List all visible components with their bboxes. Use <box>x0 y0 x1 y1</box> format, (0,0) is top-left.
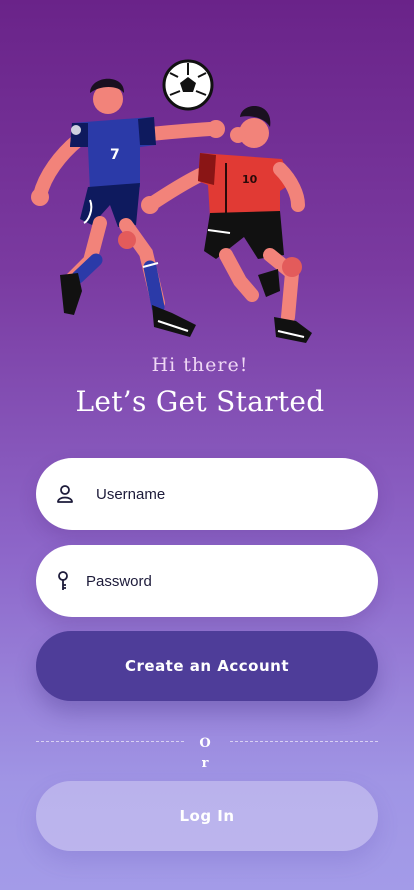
divider-right <box>230 741 378 742</box>
login-button[interactable]: Log In <box>36 781 378 851</box>
username-input[interactable] <box>96 458 336 530</box>
password-input[interactable] <box>86 545 326 617</box>
user-icon <box>57 485 73 503</box>
username-field[interactable] <box>36 458 378 530</box>
password-field[interactable] <box>36 545 378 617</box>
svg-text:10: 10 <box>242 173 258 186</box>
create-account-button[interactable]: Create an Account <box>36 631 378 701</box>
divider-left <box>36 741 184 742</box>
blue-player: 7 <box>31 78 225 337</box>
soccer-players-illustration: 7 10 <box>31 59 312 343</box>
or-separator-text: Or <box>199 736 211 771</box>
svg-text:7: 7 <box>110 147 120 163</box>
soccer-ball-icon <box>162 59 214 111</box>
page-title: Let’s Get Started <box>75 385 325 418</box>
red-player: 10 <box>141 106 312 343</box>
greeting-text: Hi there! <box>151 354 249 376</box>
key-icon <box>58 571 68 590</box>
